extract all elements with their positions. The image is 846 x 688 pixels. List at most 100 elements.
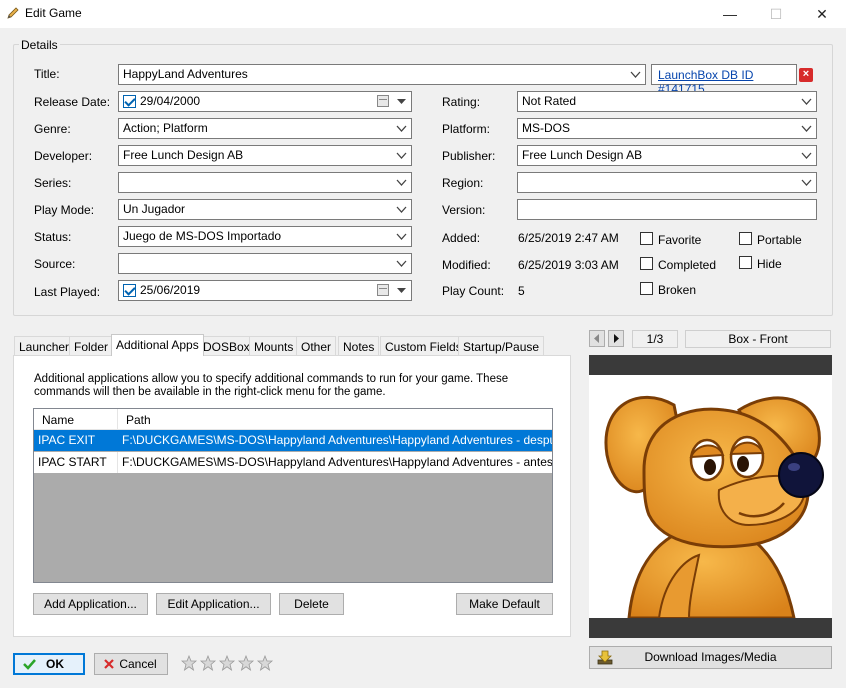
- delete-button[interactable]: Delete: [279, 593, 344, 615]
- last-played-checkbox[interactable]: [123, 284, 136, 297]
- row-path: F:\DUCKGAMES\MS-DOS\Happyland Adventures…: [122, 433, 552, 447]
- play-mode-combo[interactable]: Un Jugador: [118, 199, 412, 220]
- chevron-down-icon: [396, 152, 407, 159]
- hide-checkbox[interactable]: [739, 256, 752, 269]
- calendar-icon[interactable]: [377, 95, 389, 107]
- developer-label: Developer:: [34, 149, 93, 163]
- source-combo[interactable]: [118, 253, 412, 274]
- arrow-left-icon: [594, 334, 599, 343]
- chevron-down-icon: [801, 179, 812, 186]
- genre-value: Action; Platform: [123, 121, 208, 135]
- broken-label[interactable]: Broken: [658, 283, 696, 297]
- star-icon[interactable]: [180, 654, 198, 671]
- favorite-checkbox[interactable]: [640, 232, 653, 245]
- edit-application-button[interactable]: Edit Application...: [156, 593, 271, 615]
- ok-button[interactable]: OK: [13, 653, 85, 675]
- release-date-checkbox[interactable]: [123, 95, 136, 108]
- row-name: IPAC EXIT: [38, 433, 96, 447]
- star-rating[interactable]: [180, 654, 275, 671]
- chevron-down-icon: [801, 98, 812, 105]
- added-label: Added:: [442, 231, 481, 245]
- star-icon[interactable]: [256, 654, 274, 671]
- publisher-value: Free Lunch Design AB: [522, 148, 643, 162]
- status-combo[interactable]: Juego de MS-DOS Importado: [118, 226, 412, 247]
- region-label: Region:: [442, 176, 484, 190]
- download-images-label: Download Images/Media: [644, 650, 777, 664]
- portable-label[interactable]: Portable: [757, 233, 802, 247]
- star-icon[interactable]: [218, 654, 236, 671]
- table-row[interactable]: IPAC EXIT F:\DUCKGAMES\MS-DOS\Happyland …: [34, 430, 552, 451]
- chevron-down-icon: [630, 71, 641, 78]
- completed-checkbox[interactable]: [640, 257, 653, 270]
- favorite-label[interactable]: Favorite: [658, 233, 701, 247]
- last-played-label: Last Played:: [34, 285, 101, 299]
- rating-value: Not Rated: [522, 94, 577, 108]
- star-icon[interactable]: [199, 654, 217, 671]
- launchbox-db-link-box: LaunchBox DB ID #141715: [651, 64, 797, 96]
- tab-additional-apps[interactable]: Additional Apps: [111, 334, 204, 356]
- series-combo[interactable]: [118, 172, 412, 193]
- source-label: Source:: [34, 257, 76, 271]
- download-images-button[interactable]: Download Images/Media: [589, 646, 832, 669]
- tab-mounts[interactable]: Mounts: [249, 336, 299, 356]
- add-application-button[interactable]: Add Application...: [33, 593, 148, 615]
- row-path: F:\DUCKGAMES\MS-DOS\Happyland Adventures…: [122, 455, 552, 469]
- tab-dosbox[interactable]: DOSBox: [198, 336, 255, 356]
- close-window-button[interactable]: ✕: [799, 0, 845, 28]
- column-header-path[interactable]: Path: [118, 409, 552, 430]
- minimize-button[interactable]: —: [707, 0, 753, 28]
- rating-combo[interactable]: Not Rated: [517, 91, 817, 112]
- play-count-label: Play Count:: [442, 284, 505, 298]
- additional-apps-list[interactable]: Name Path IPAC EXIT F:\DUCKGAMES\MS-DOS\…: [33, 408, 553, 583]
- developer-combo[interactable]: Free Lunch Design AB: [118, 145, 412, 166]
- region-combo[interactable]: [517, 172, 817, 193]
- completed-label[interactable]: Completed: [658, 258, 716, 272]
- chevron-down-icon: [396, 179, 407, 186]
- box-front-image[interactable]: [589, 375, 832, 618]
- prev-image-button[interactable]: [589, 330, 605, 347]
- play-mode-label: Play Mode:: [34, 203, 95, 217]
- tab-folder[interactable]: Folder: [69, 336, 114, 356]
- series-label: Series:: [34, 176, 72, 190]
- image-counter: 1/3: [632, 330, 678, 348]
- play-mode-value: Un Jugador: [123, 202, 186, 216]
- calendar-icon[interactable]: [377, 284, 389, 296]
- genre-combo[interactable]: Action; Platform: [118, 118, 412, 139]
- tab-notes[interactable]: Notes: [338, 336, 380, 356]
- status-value: Juego de MS-DOS Importado: [123, 229, 282, 243]
- tab-other[interactable]: Other: [296, 336, 337, 356]
- close-icon: [104, 659, 114, 669]
- column-header-name[interactable]: Name: [34, 409, 118, 430]
- tab-custom-fields[interactable]: Custom Fields: [380, 336, 467, 356]
- publisher-combo[interactable]: Free Lunch Design AB: [517, 145, 817, 166]
- chevron-down-icon: [801, 152, 812, 159]
- tab-startup-pause[interactable]: Startup/Pause: [458, 336, 545, 356]
- cancel-label: Cancel: [119, 657, 157, 671]
- hide-label[interactable]: Hide: [757, 257, 782, 271]
- last-played-picker[interactable]: 25/06/2019: [118, 280, 412, 301]
- release-date-picker[interactable]: 29/04/2000: [118, 91, 412, 112]
- next-image-button[interactable]: [608, 330, 624, 347]
- cancel-button[interactable]: Cancel: [94, 653, 168, 675]
- pencil-icon: [7, 7, 19, 19]
- star-icon[interactable]: [237, 654, 255, 671]
- title-label: Title:: [34, 67, 60, 81]
- make-default-button[interactable]: Make Default: [456, 593, 553, 615]
- details-group-label: Details: [19, 38, 60, 52]
- tab-launcher[interactable]: Launcher: [14, 336, 75, 356]
- title-value: HappyLand Adventures: [123, 67, 248, 81]
- chevron-down-icon: [397, 288, 406, 293]
- genre-label: Genre:: [34, 122, 71, 136]
- platform-combo[interactable]: MS-DOS: [517, 118, 817, 139]
- version-input[interactable]: [517, 199, 817, 220]
- table-row[interactable]: IPAC START F:\DUCKGAMES\MS-DOS\Happyland…: [34, 452, 552, 473]
- list-header: Name Path: [34, 409, 552, 430]
- remove-link-icon[interactable]: ×: [799, 68, 813, 82]
- broken-checkbox[interactable]: [640, 282, 653, 295]
- checkmark-icon: [23, 659, 36, 670]
- rating-label: Rating:: [442, 95, 481, 109]
- play-count-value: 5: [518, 284, 525, 298]
- title-combo[interactable]: HappyLand Adventures: [118, 64, 646, 85]
- portable-checkbox[interactable]: [739, 232, 752, 245]
- added-value: 6/25/2019 2:47 AM: [518, 231, 619, 245]
